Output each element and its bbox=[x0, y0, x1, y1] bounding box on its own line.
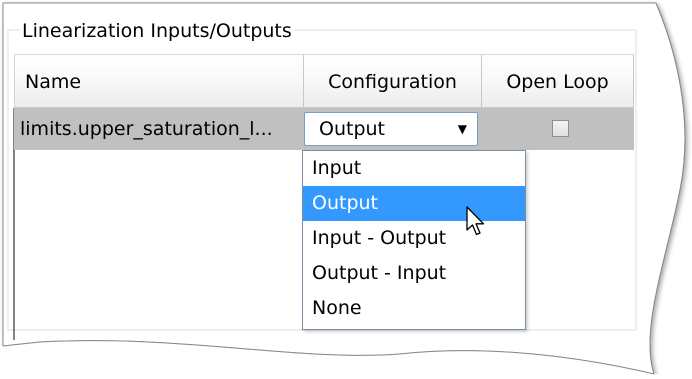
table-row[interactable]: limits.upper_saturation_l... Output ▼ bbox=[14, 108, 634, 150]
linearization-io-panel: Linearization Inputs/Outputs Name Config… bbox=[0, 0, 692, 379]
dropdown-option-output-input[interactable]: Output - Input bbox=[303, 256, 525, 291]
group-title: Linearization Inputs/Outputs bbox=[20, 16, 294, 46]
dropdown-option-output[interactable]: Output bbox=[303, 186, 525, 221]
dropdown-option-none[interactable]: None bbox=[303, 291, 525, 326]
column-header-name[interactable]: Name bbox=[14, 54, 304, 108]
table-header: Name Configuration Open Loop bbox=[14, 54, 634, 108]
mouse-pointer-icon bbox=[466, 206, 485, 236]
dropdown-option-input-output[interactable]: Input - Output bbox=[303, 221, 525, 256]
configuration-combobox[interactable]: Output ▼ bbox=[304, 112, 478, 146]
column-header-configuration[interactable]: Configuration bbox=[304, 54, 482, 108]
dropdown-option-input[interactable]: Input bbox=[303, 151, 525, 186]
configuration-dropdown-list: Input Output Input - Output Output - Inp… bbox=[302, 150, 526, 330]
chevron-down-icon[interactable]: ▼ bbox=[458, 113, 467, 145]
column-header-open-loop[interactable]: Open Loop bbox=[482, 54, 634, 108]
open-loop-checkbox[interactable] bbox=[552, 120, 569, 137]
configuration-value: Output bbox=[319, 118, 385, 140]
signal-name-cell[interactable]: limits.upper_saturation_l... bbox=[14, 108, 302, 150]
